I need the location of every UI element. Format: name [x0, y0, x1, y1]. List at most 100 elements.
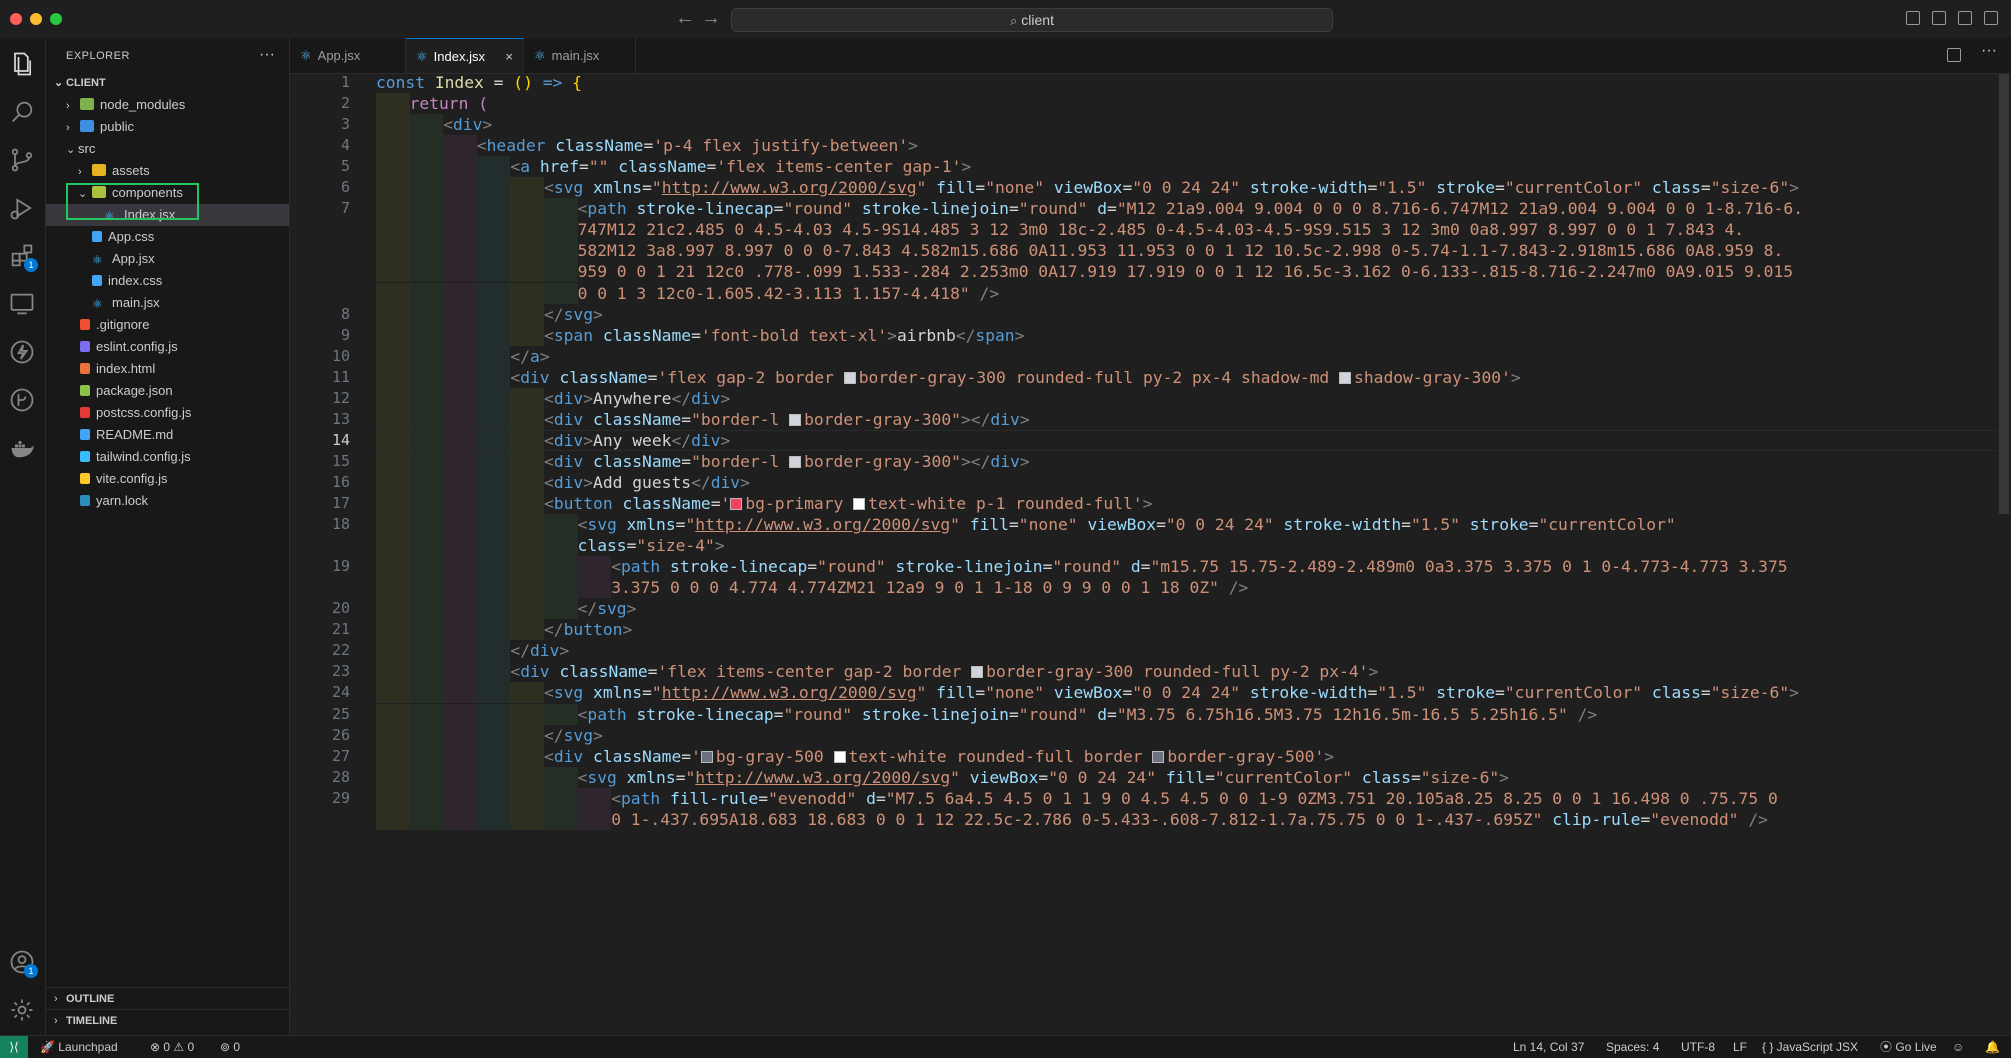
- code-line[interactable]: <path stroke-linecap="round" stroke-line…: [578, 704, 1598, 725]
- code-line[interactable]: 582M12 3a8.997 8.997 0 0 0-7.843 4.582m1…: [578, 240, 1784, 261]
- toggle-panel-icon[interactable]: [1932, 11, 1946, 25]
- problems-status[interactable]: ⊗ 0 ⚠ 0: [150, 1036, 194, 1058]
- color-swatch[interactable]: [1339, 371, 1352, 384]
- settings-gear-icon[interactable]: [8, 996, 36, 1024]
- code-line[interactable]: <div>Any week</div>: [544, 430, 730, 451]
- close-icon[interactable]: ×: [505, 39, 513, 74]
- code-editor[interactable]: 1 2 3 4 5 6 7 8 9 10 11 12 13 14 15 16 17 18 19 20 21 22 23 24 2…: [290, 74, 2011, 1035]
- code-line[interactable]: <path fill-rule="evenodd" d="M7.5 6a4.5 …: [611, 788, 1778, 809]
- tree-item[interactable]: › assets: [46, 160, 289, 182]
- tree-item[interactable]: tailwind.config.js: [46, 446, 289, 468]
- code-line[interactable]: <svg xmlns="http://www.w3.org/2000/svg" …: [578, 767, 1509, 788]
- tree-item[interactable]: index.html: [46, 358, 289, 380]
- tree-item[interactable]: index.css: [46, 270, 289, 292]
- color-swatch[interactable]: [843, 371, 856, 384]
- workspace-root[interactable]: ⌄ CLIENT: [46, 72, 289, 94]
- color-swatch[interactable]: [789, 455, 802, 468]
- toggle-secondary-sidebar-icon[interactable]: [1958, 11, 1972, 25]
- code-line[interactable]: <svg xmlns="http://www.w3.org/2000/svg" …: [544, 177, 1799, 198]
- tree-item[interactable]: ⚛ main.jsx: [46, 292, 289, 314]
- code-line[interactable]: <a href="" className='flex items-center …: [510, 156, 971, 177]
- notifications-bell-icon[interactable]: 🔔: [1985, 1036, 2000, 1058]
- run-debug-icon[interactable]: [8, 194, 36, 222]
- toggle-sidebar-icon[interactable]: [1906, 11, 1920, 25]
- outline-section[interactable]: › OUTLINE: [46, 987, 289, 1010]
- tree-item[interactable]: eslint.config.js: [46, 336, 289, 358]
- code-line[interactable]: </svg>: [544, 725, 603, 746]
- color-swatch[interactable]: [789, 413, 802, 426]
- tab-index-jsx[interactable]: ⚛ Index.jsx ×: [406, 38, 524, 73]
- back-arrow-icon[interactable]: ←: [675, 7, 695, 30]
- tree-item[interactable]: yarn.lock: [46, 490, 289, 512]
- launchpad-status[interactable]: 🚀 Launchpad: [40, 1036, 118, 1058]
- code-line[interactable]: </svg>: [544, 304, 603, 325]
- code-line[interactable]: <div>: [443, 114, 492, 135]
- color-swatch[interactable]: [700, 750, 713, 763]
- lightning-icon[interactable]: [8, 338, 36, 366]
- code-line[interactable]: </a>: [510, 346, 549, 367]
- tree-item[interactable]: postcss.config.js: [46, 402, 289, 424]
- close-window-button[interactable]: [10, 13, 22, 25]
- language-mode[interactable]: { } JavaScript JSX: [1762, 1036, 1858, 1058]
- code-line[interactable]: </button>: [544, 619, 632, 640]
- code-line[interactable]: return (: [410, 93, 488, 114]
- color-swatch[interactable]: [730, 498, 743, 510]
- indentation-status[interactable]: Spaces: 4: [1606, 1036, 1659, 1058]
- timeline-section[interactable]: › TIMELINE: [46, 1009, 289, 1032]
- code-line[interactable]: 0 1-.437.695A18.683 18.683 0 0 1 12 22.5…: [611, 809, 1768, 830]
- copilot-icon[interactable]: ☺: [1952, 1036, 1964, 1058]
- tree-item[interactable]: .gitignore: [46, 314, 289, 336]
- account-icon[interactable]: 1: [8, 948, 38, 978]
- tree-item[interactable]: README.md: [46, 424, 289, 446]
- code-line[interactable]: <div className='flex items-center gap-2 …: [510, 661, 1378, 682]
- tree-item[interactable]: ⌄ src: [46, 138, 289, 160]
- code-line[interactable]: </div>: [510, 640, 569, 661]
- code-line[interactable]: <svg xmlns="http://www.w3.org/2000/svg" …: [544, 682, 1799, 703]
- code-line[interactable]: 959 0 0 1 21 12c0 .778-.099 1.533-.284 2…: [578, 261, 1793, 282]
- code-line[interactable]: <div>Anywhere</div>: [544, 388, 730, 409]
- customize-layout-icon[interactable]: [1984, 11, 1998, 25]
- eol-status[interactable]: LF: [1733, 1036, 1747, 1058]
- code-line[interactable]: 3.375 0 0 0 4.774 4.774ZM21 12a9 9 0 1 1…: [611, 577, 1248, 598]
- code-line[interactable]: class="size-4">: [578, 535, 725, 556]
- command-center-search[interactable]: ⌕ client: [731, 8, 1333, 32]
- code-line[interactable]: <path stroke-linecap="round" stroke-line…: [578, 198, 1803, 219]
- tab-app-jsx[interactable]: ⚛ App.jsx: [290, 38, 406, 73]
- color-swatch[interactable]: [853, 498, 866, 510]
- encoding-status[interactable]: UTF-8: [1681, 1036, 1715, 1058]
- ports-status[interactable]: ⊚ 0: [220, 1036, 240, 1058]
- remote-explorer-icon[interactable]: [8, 290, 36, 318]
- code-line[interactable]: <div className='flex gap-2 border border…: [510, 367, 1520, 388]
- source-control-icon[interactable]: [8, 146, 36, 174]
- scrollbar-thumb[interactable]: [1999, 74, 2009, 514]
- minimize-window-button[interactable]: [30, 13, 42, 25]
- code-line[interactable]: <path stroke-linecap="round" stroke-line…: [611, 556, 1787, 577]
- maximize-window-button[interactable]: [50, 13, 62, 25]
- code-line[interactable]: const Index = () => {: [376, 74, 582, 93]
- tree-item[interactable]: › public: [46, 116, 289, 138]
- code-line[interactable]: <div className="border-l border-gray-300…: [544, 409, 1030, 430]
- editor-scrollbar[interactable]: [1997, 74, 2011, 1035]
- tree-item[interactable]: App.css: [46, 226, 289, 248]
- code-line[interactable]: <span className='font-bold text-xl'>airb…: [544, 325, 1024, 346]
- code-line[interactable]: <div className=' bg-gray-500 text-white r…: [544, 746, 1334, 767]
- timeline-icon[interactable]: [8, 386, 36, 414]
- color-swatch[interactable]: [833, 750, 846, 763]
- code-line[interactable]: <button className=' bg-primary text-white…: [544, 493, 1152, 514]
- tree-item[interactable]: › node_modules: [46, 94, 289, 116]
- cursor-position[interactable]: Ln 14, Col 37: [1513, 1036, 1584, 1058]
- color-swatch[interactable]: [971, 666, 984, 679]
- forward-arrow-icon[interactable]: →: [701, 7, 721, 30]
- tree-item[interactable]: ⚛ App.jsx: [46, 248, 289, 270]
- tree-item[interactable]: package.json: [46, 380, 289, 402]
- code-line[interactable]: <svg xmlns="http://www.w3.org/2000/svg" …: [578, 514, 1676, 535]
- more-actions-icon[interactable]: ···: [259, 46, 275, 64]
- more-actions-icon[interactable]: ···: [1981, 42, 1997, 60]
- search-icon[interactable]: [8, 98, 36, 126]
- code-line[interactable]: </svg>: [578, 598, 637, 619]
- code-line[interactable]: 747M12 21c2.485 0 4.5-4.03 4.5-9S14.485 …: [578, 219, 1744, 240]
- code-line[interactable]: 0 0 1 3 12c0-1.605.42-3.113 1.157-4.418"…: [578, 283, 1000, 304]
- split-editor-icon[interactable]: [1947, 48, 1961, 62]
- remote-indicator-icon[interactable]: ⟩⟨: [0, 1036, 28, 1058]
- color-swatch[interactable]: [1152, 750, 1165, 763]
